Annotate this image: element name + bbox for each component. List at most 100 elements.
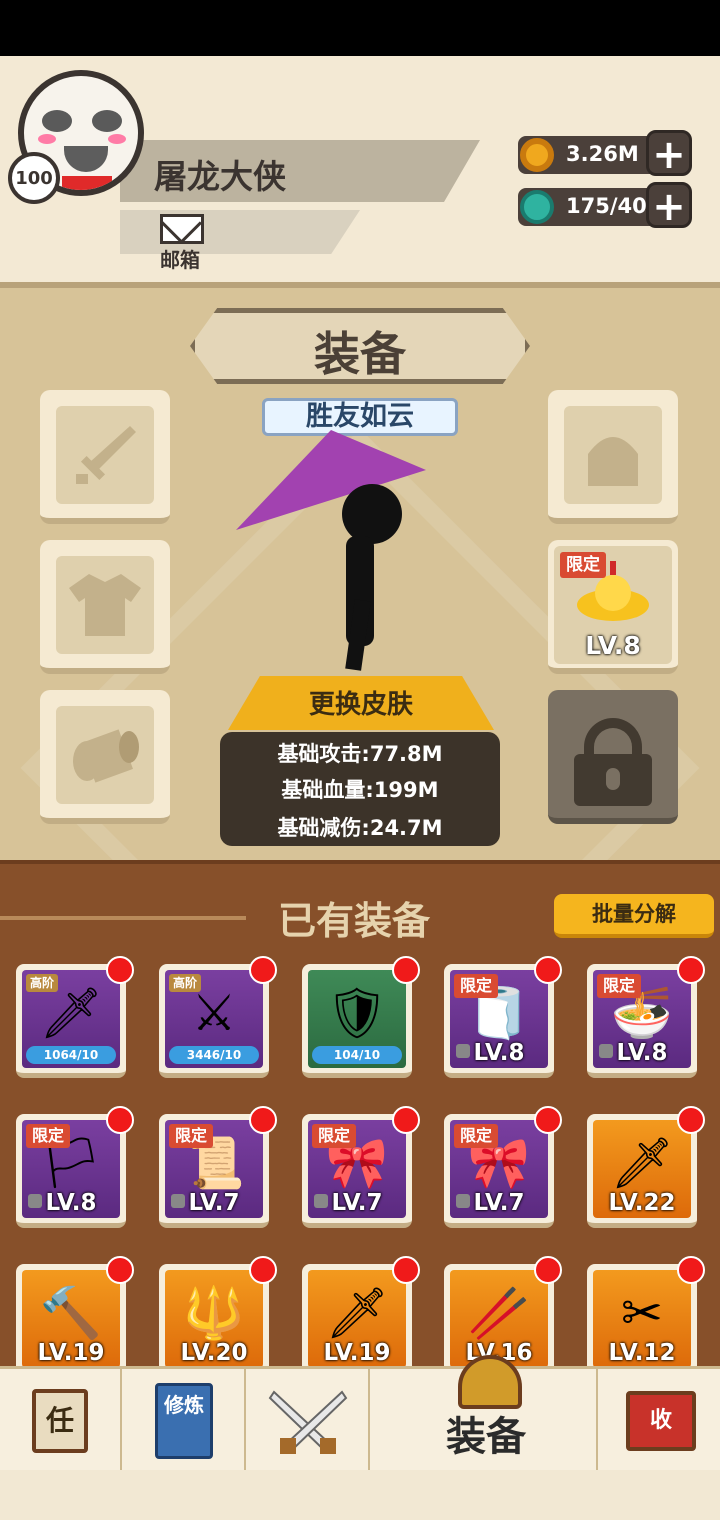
equipment-item[interactable]: ✂ LV.12 bbox=[587, 1256, 705, 1378]
sword-icon bbox=[56, 406, 154, 504]
divider bbox=[0, 916, 246, 920]
item-frame: 🍜 限定 LV.8 bbox=[593, 970, 691, 1068]
equipment-item[interactable]: 🗡 LV.22 bbox=[587, 1106, 705, 1228]
book-icon: 修炼 bbox=[155, 1383, 213, 1459]
skin-name-label: 胜友如云 bbox=[262, 398, 458, 436]
lock-icon-body bbox=[574, 754, 652, 806]
equipment-item[interactable]: 🔨 LV.19 bbox=[16, 1256, 134, 1378]
item-tag: 限定 bbox=[454, 1124, 499, 1148]
change-skin-label[interactable]: 更换皮肤 bbox=[228, 684, 494, 721]
item-frame: 🛡 104/10 bbox=[308, 970, 406, 1068]
task-scroll-icon: 任 bbox=[32, 1389, 88, 1453]
mail-label[interactable]: 邮箱 bbox=[160, 244, 200, 273]
accessory-slot[interactable]: 限定 LV.8 bbox=[548, 540, 678, 674]
add-gold-button[interactable]: + bbox=[646, 130, 692, 177]
notification-dot bbox=[677, 1256, 705, 1284]
stat-attack: 基础攻击:77.8M bbox=[277, 742, 443, 766]
equipment-item[interactable]: 🍜 限定 LV.8 bbox=[587, 956, 705, 1078]
notification-dot bbox=[677, 1106, 705, 1134]
avatar-mouth bbox=[64, 146, 108, 172]
notification-dot bbox=[249, 956, 277, 984]
limited-tag: 限定 bbox=[560, 552, 606, 578]
item-frame: ⚔ 高阶 3446/10 bbox=[165, 970, 263, 1068]
tab-task[interactable]: 任 bbox=[0, 1369, 122, 1473]
notification-dot bbox=[106, 1106, 134, 1134]
helmet-slot[interactable] bbox=[548, 390, 678, 524]
equipment-item[interactable]: ⚔ 高阶 3446/10 bbox=[159, 956, 277, 1078]
item-level: LV.8 bbox=[585, 631, 641, 660]
locked-slot[interactable] bbox=[548, 690, 678, 824]
item-level: LV.19 bbox=[37, 1340, 105, 1366]
item-frame: 🎀 限定 LV.7 bbox=[308, 1120, 406, 1218]
equipment-item[interactable]: 📜 限定 LV.7 bbox=[159, 1106, 277, 1228]
bracer-slot[interactable] bbox=[40, 690, 170, 824]
item-frame: 🔨 LV.19 bbox=[22, 1270, 120, 1368]
avatar-scarf bbox=[62, 176, 112, 190]
equipment-item[interactable]: 🏳 限定 LV.8 bbox=[16, 1106, 134, 1228]
notification-dot bbox=[677, 956, 705, 984]
player-level-badge: 100 bbox=[8, 152, 60, 204]
long-sword-icon: 🗡 bbox=[325, 1284, 389, 1342]
golden-saber-icon: 🗡 bbox=[610, 1134, 674, 1192]
item-progress-bar: 104/10 bbox=[312, 1046, 402, 1064]
item-level: LV.7 bbox=[473, 1190, 525, 1216]
avatar-eye bbox=[92, 110, 122, 132]
equipment-item[interactable]: 🧻 限定 LV.8 bbox=[444, 956, 562, 1078]
coin-icon bbox=[520, 138, 554, 172]
item-tag: 限定 bbox=[312, 1124, 357, 1148]
item-frame: ✂ LV.12 bbox=[593, 1270, 691, 1368]
item-level: LV.12 bbox=[608, 1340, 676, 1366]
gem-value: 175/40 bbox=[566, 194, 647, 218]
equipment-item[interactable]: 🎀 限定 LV.7 bbox=[444, 1106, 562, 1228]
notification-dot bbox=[106, 956, 134, 984]
shop-icon: 收 bbox=[626, 1391, 696, 1451]
stat-hp: 基础血量:199M bbox=[281, 778, 439, 802]
notification-dot bbox=[249, 1106, 277, 1134]
item-frame: 🥢 LV.16 bbox=[450, 1270, 548, 1368]
item-level: LV.20 bbox=[180, 1340, 248, 1366]
owned-title: 已有装备 bbox=[278, 899, 431, 943]
armor-slot[interactable] bbox=[40, 540, 170, 674]
equipment-item[interactable]: 🎀 限定 LV.7 bbox=[302, 1106, 420, 1228]
item-level: LV.8 bbox=[616, 1040, 668, 1066]
item-tag: 限定 bbox=[597, 974, 642, 998]
item-level: LV.7 bbox=[331, 1190, 383, 1216]
item-frame: 🏳 限定 LV.8 bbox=[22, 1120, 120, 1218]
tab-battle[interactable] bbox=[248, 1369, 370, 1473]
avatar-blush bbox=[108, 134, 126, 144]
item-frame: 🗡 LV.22 bbox=[593, 1120, 691, 1218]
notification-dot bbox=[392, 1106, 420, 1134]
item-frame: 🗡 LV.19 bbox=[308, 1270, 406, 1368]
add-gem-button[interactable]: + bbox=[646, 182, 692, 229]
mail-icon[interactable] bbox=[160, 214, 204, 244]
weapon-slot[interactable] bbox=[40, 390, 170, 524]
bottom-bar-gap bbox=[0, 1470, 720, 1520]
avatar-eye bbox=[42, 110, 72, 132]
item-level: LV.8 bbox=[473, 1040, 525, 1066]
gold-resource: 3.26M + bbox=[518, 130, 692, 177]
trident-icon: 🔱 bbox=[182, 1284, 246, 1342]
equipment-item[interactable]: 🔱 LV.20 bbox=[159, 1256, 277, 1378]
equipment-item[interactable]: 🛡 104/10 bbox=[302, 956, 420, 1078]
gem-resource: 175/40 + bbox=[518, 182, 692, 229]
item-level: LV.19 bbox=[323, 1340, 391, 1366]
item-level: LV.8 bbox=[45, 1190, 97, 1216]
tab-collect[interactable]: 收 bbox=[600, 1369, 720, 1473]
active-tab-label: 装备 bbox=[446, 1414, 526, 1460]
status-bar bbox=[0, 0, 720, 56]
helmet-icon bbox=[564, 406, 662, 504]
base-stats-box: 基础攻击:77.8M 基础血量:199M 基础减伤:24.7M bbox=[220, 732, 500, 846]
tab-cultivate[interactable]: 修炼 bbox=[124, 1369, 246, 1473]
gem-icon bbox=[520, 190, 554, 224]
stat-defense: 基础减伤:24.7M bbox=[277, 816, 443, 840]
bulk-decompose-button[interactable]: 批量分解 bbox=[554, 894, 714, 938]
equipment-item[interactable]: 🗡 高阶 1064/10 bbox=[16, 956, 134, 1078]
shirt-icon bbox=[56, 556, 154, 654]
item-tag: 高阶 bbox=[26, 974, 59, 992]
item-progress-bar: 3446/10 bbox=[169, 1046, 259, 1064]
bottom-nav: 任 修炼 收 bbox=[0, 1355, 720, 1473]
item-frame: 🧻 限定 LV.8 bbox=[450, 970, 548, 1068]
item-frame: 🎀 限定 LV.7 bbox=[450, 1120, 548, 1218]
equipment-item[interactable]: 🗡 LV.19 bbox=[302, 1256, 420, 1378]
item-tag: 高阶 bbox=[169, 974, 202, 992]
